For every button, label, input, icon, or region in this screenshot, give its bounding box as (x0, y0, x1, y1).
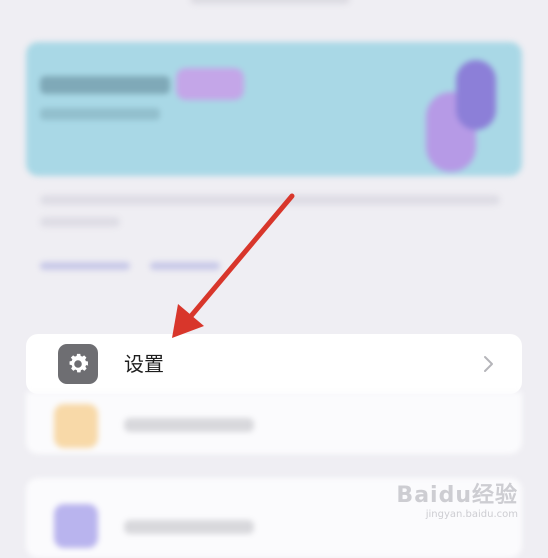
watermark-brand: Baidu经验 (396, 483, 518, 508)
annotation-arrow (172, 193, 295, 338)
watermark: Baidu经验 jingyan.baidu.com (396, 477, 518, 520)
watermark-url: jingyan.baidu.com (425, 509, 518, 520)
